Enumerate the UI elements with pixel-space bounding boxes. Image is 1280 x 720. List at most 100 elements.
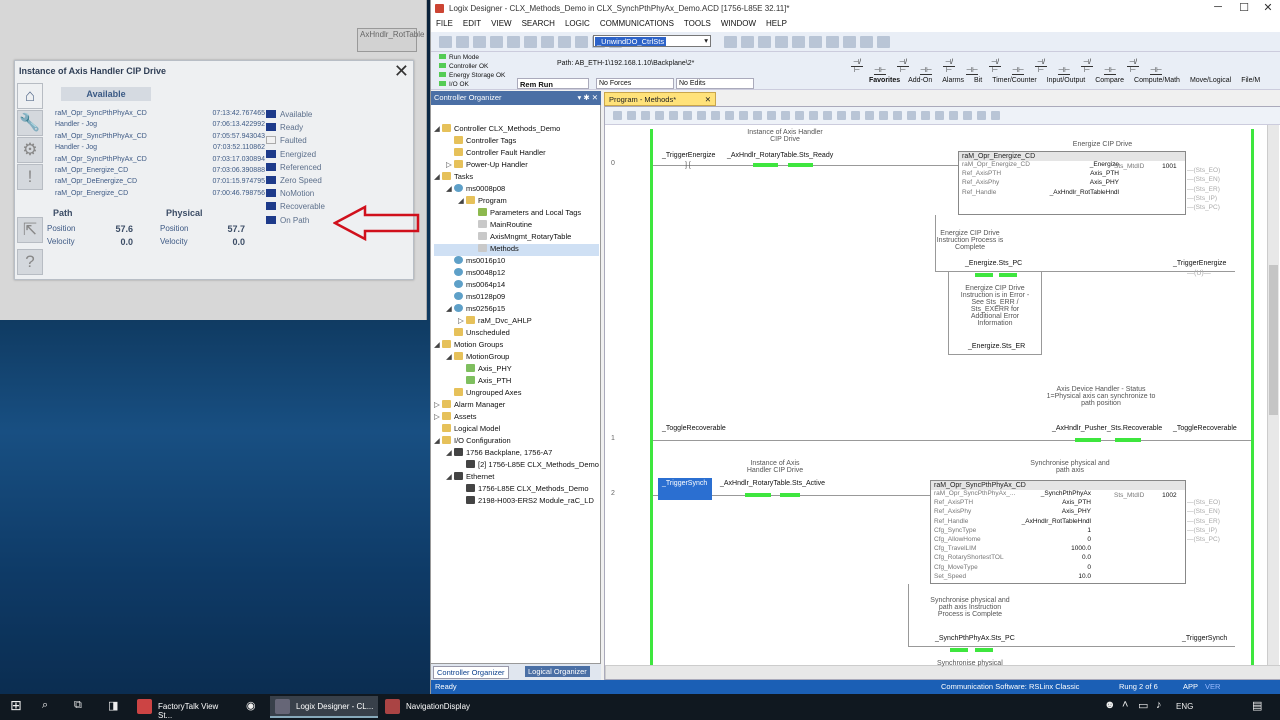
- ladder-toolbar-icon[interactable]: [963, 111, 972, 120]
- sync-instruction-block[interactable]: raM_Opr_SyncPthPhyAx_CD raM_Opr_SyncPthP…: [930, 480, 1186, 584]
- tree-node[interactable]: ◢ Program: [434, 196, 599, 208]
- tab-logical-organizer[interactable]: Logical Organizer: [525, 666, 590, 677]
- pinned-app-icon[interactable]: ◨: [108, 699, 118, 712]
- expand-icon[interactable]: ◢: [446, 352, 454, 361]
- tree-node[interactable]: ▷ Alarm Manager: [434, 400, 599, 412]
- event-row[interactable]: Handler - Jog 07:06:13.422992: [55, 121, 265, 132]
- menu-item[interactable]: COMMUNICATIONS: [595, 18, 679, 29]
- toolbar-icon[interactable]: [877, 36, 890, 48]
- ladder-toolbar-icon[interactable]: [879, 111, 888, 120]
- event-row[interactable]: Handler - Jog 07:03:52.110862: [55, 144, 265, 155]
- toolbar-icon[interactable]: [826, 36, 839, 48]
- xic-tag[interactable]: _AxHndlr_RotaryTable.Sts_Ready: [727, 152, 833, 159]
- toolbar-icon[interactable]: [524, 36, 537, 48]
- ladder-toolbar-icon[interactable]: [739, 111, 748, 120]
- scroll-thumb[interactable]: [1269, 265, 1278, 415]
- taskbar-navigation-display[interactable]: NavigationDisplay: [380, 696, 480, 718]
- xic-tag[interactable]: _AxHndlr_Pusher_Sts.Recoverable: [1052, 425, 1162, 432]
- ladder-toolbar-icon[interactable]: [921, 111, 930, 120]
- param-value[interactable]: _SynchPthPhyAx: [1041, 490, 1091, 497]
- ladder-toolbar-icon[interactable]: [767, 111, 776, 120]
- menu-item[interactable]: WINDOW: [716, 18, 761, 29]
- tree-node[interactable]: ms0048p12: [434, 268, 599, 280]
- param-value[interactable]: Axis_PHY: [1090, 179, 1119, 186]
- ladder-toolbar-icon[interactable]: [627, 111, 636, 120]
- param-value[interactable]: 1: [1087, 527, 1091, 534]
- tree-node[interactable]: Logical Model: [434, 424, 599, 436]
- menu-item[interactable]: HELP: [761, 18, 792, 29]
- ladder-toolbar-icon[interactable]: [949, 111, 958, 120]
- ladder-toolbar-icon[interactable]: [669, 111, 678, 120]
- close-tab-icon[interactable]: ✕: [705, 95, 711, 104]
- tab-controller-organizer[interactable]: Controller Organizer: [433, 666, 509, 679]
- taskbar-logix-designer[interactable]: Logix Designer - CL...: [270, 696, 378, 718]
- gear-icon[interactable]: ⚙: [17, 137, 43, 163]
- event-row[interactable]: raM_Opr_Energize_CD 07:03:06.390888: [55, 167, 265, 178]
- horizontal-scrollbar[interactable]: [605, 665, 1280, 679]
- xic-tag[interactable]: _Energize.Sts_ER: [968, 343, 1025, 350]
- toolbar-icon[interactable]: [507, 36, 520, 48]
- instruction-icon[interactable]: ⊣⊢: [1058, 66, 1070, 75]
- ladder-toolbar-icon[interactable]: [865, 111, 874, 120]
- event-row[interactable]: raM_Opr_SyncPthPhyAx_CD 07:13:42.767465: [55, 110, 265, 121]
- xic-tag[interactable]: _SynchPthPhyAx.Sts_PC: [935, 635, 1015, 642]
- ladder-toolbar-icon[interactable]: [907, 111, 916, 120]
- tree-node[interactable]: ◢ ms0256p15: [434, 304, 599, 316]
- volume-icon[interactable]: ♪: [1156, 699, 1162, 711]
- tree-node[interactable]: ◢ 1756 Backplane, 1756-A7: [434, 448, 599, 460]
- param-value[interactable]: 10.0: [1078, 573, 1091, 580]
- instruction-icon[interactable]: ⊣⊢: [966, 66, 978, 75]
- menu-item[interactable]: FILE: [431, 18, 458, 29]
- param-value[interactable]: Axis_PHY: [1062, 508, 1091, 515]
- browser-icon[interactable]: ◉: [246, 699, 256, 712]
- toolbar-icon[interactable]: [473, 36, 486, 48]
- toolbar-icon[interactable]: [843, 36, 856, 48]
- taskbar-factorytalk[interactable]: FactoryTalk View St...: [132, 696, 238, 720]
- param-value[interactable]: Axis_PTH: [1090, 170, 1119, 177]
- param-value[interactable]: _AxHndlr_RotTableHndl: [1050, 189, 1119, 196]
- expand-icon[interactable]: ◢: [434, 340, 442, 349]
- instruction-icon[interactable]: ⊣/⊢: [1127, 58, 1139, 74]
- axis-handler-ghost-button[interactable]: AxHndlr_RotTable: [357, 28, 424, 52]
- instruction-icon[interactable]: ⊣/⊢: [851, 58, 863, 74]
- expand-icon[interactable]: ▷: [458, 316, 466, 325]
- menu-item[interactable]: SEARCH: [517, 18, 560, 29]
- ladder-toolbar-icon[interactable]: [809, 111, 818, 120]
- toolbar-icon[interactable]: [558, 36, 571, 48]
- notification-icon[interactable]: ▤: [1252, 699, 1262, 712]
- expand-icon[interactable]: ▷: [446, 160, 454, 169]
- tree-node[interactable]: MainRoutine: [434, 220, 599, 232]
- expand-icon[interactable]: ◢: [446, 448, 454, 457]
- xic-tag[interactable]: _ToggleRecoverable: [662, 425, 726, 432]
- toolbar-icon[interactable]: [490, 36, 503, 48]
- param-value[interactable]: Axis_PTH: [1062, 499, 1091, 506]
- popout-icon[interactable]: ⇱: [17, 217, 43, 243]
- toolbar-icon[interactable]: [758, 36, 771, 48]
- expand-icon[interactable]: ◢: [434, 124, 442, 133]
- ladder-toolbar-icon[interactable]: [725, 111, 734, 120]
- vertical-scrollbar[interactable]: [1267, 125, 1279, 665]
- instruction-icon[interactable]: ⊣/⊢: [989, 58, 1001, 74]
- tree-node[interactable]: ms0016p10: [434, 256, 599, 268]
- tree-node[interactable]: ◢ ms0008p08: [434, 184, 599, 196]
- ladder-toolbar-icon[interactable]: [893, 111, 902, 120]
- event-row[interactable]: raM_Opr_SyncPthPhyAx_CD 07:05:57.943043: [55, 133, 265, 144]
- toolbar-icon[interactable]: [741, 36, 754, 48]
- ladder-toolbar-icon[interactable]: [935, 111, 944, 120]
- xic-tag[interactable]: _TriggerSynch: [662, 480, 707, 487]
- ladder-toolbar-icon[interactable]: [683, 111, 692, 120]
- instruction-tab[interactable]: Compare: [1095, 77, 1124, 84]
- instruction-icon[interactable]: ⊣⊢: [874, 66, 886, 75]
- ladder-toolbar-icon[interactable]: [781, 111, 790, 120]
- coil-tag[interactable]: _TriggerEnergize: [1173, 260, 1226, 267]
- start-icon[interactable]: ⊞: [10, 697, 22, 714]
- instruction-icon[interactable]: ⊣/⊢: [943, 58, 955, 74]
- expand-icon[interactable]: ◢: [446, 472, 454, 481]
- param-value[interactable]: 0.0: [1082, 554, 1091, 561]
- alarm-icon[interactable]: !: [17, 164, 43, 190]
- instruction-tab[interactable]: Alarms: [942, 77, 964, 84]
- people-icon[interactable]: ☻: [1104, 699, 1116, 711]
- expand-icon[interactable]: ◢: [434, 436, 442, 445]
- language-indicator[interactable]: ENG: [1176, 702, 1193, 711]
- instruction-icon[interactable]: ⊣/⊢: [1035, 58, 1047, 74]
